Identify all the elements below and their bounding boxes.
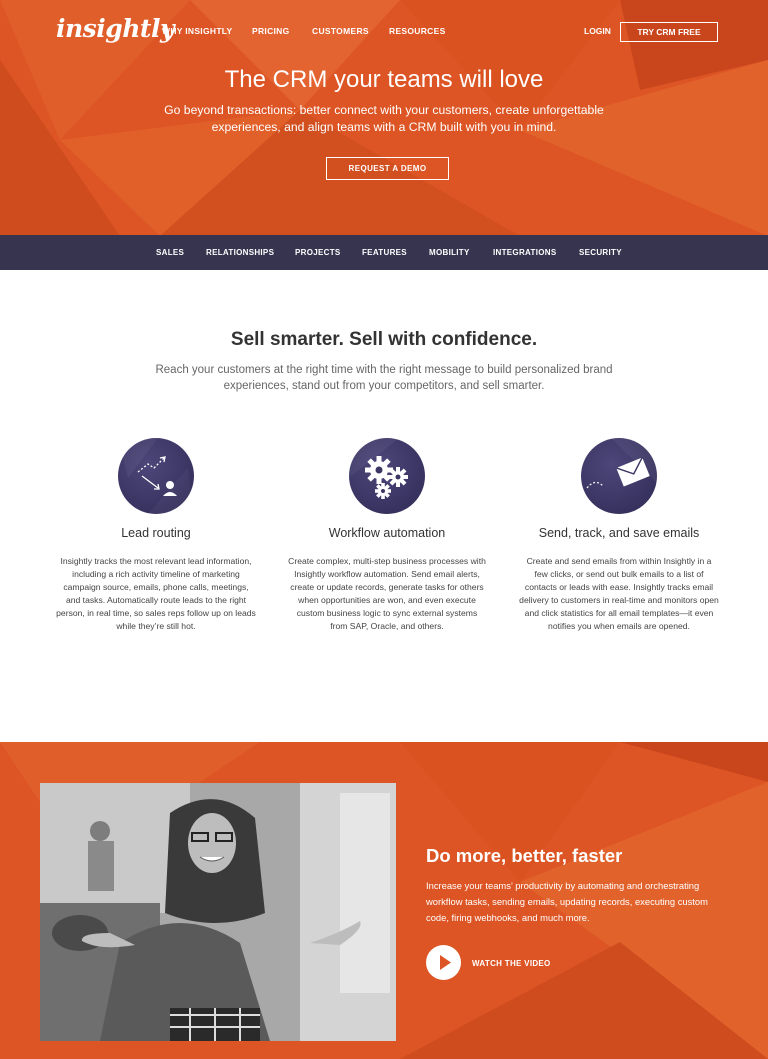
- play-video-button[interactable]: [426, 945, 461, 980]
- nav-pricing[interactable]: PRICING: [252, 26, 290, 36]
- subnav-mobility[interactable]: MOBILITY: [429, 248, 470, 257]
- nav-why-insightly[interactable]: WHY INSIGHTLY: [162, 26, 233, 36]
- envelope-icon: [581, 438, 657, 514]
- feature-lead-routing: Lead routing Insightly tracks the most r…: [51, 438, 261, 632]
- hero-title: The CRM your teams will love: [224, 66, 544, 93]
- hero-section: insightly WHY INSIGHTLY PRICING CUSTOMER…: [0, 0, 768, 236]
- feature-title: Send, track, and save emails: [538, 526, 700, 540]
- subnav-relationships[interactable]: RELATIONSHIPS: [206, 248, 274, 257]
- insightly-logo[interactable]: insightly: [56, 14, 174, 43]
- feature-title: Lead routing: [121, 526, 191, 540]
- subnav-features[interactable]: FEATURES: [362, 248, 407, 257]
- feature-description: Create and send emails from within Insig…: [519, 556, 719, 631]
- feature-description: Create complex, multi-step business proc…: [288, 556, 486, 631]
- feature-send-track-save-emails: Send, track, and save emails Create and …: [514, 438, 724, 632]
- subnav-integrations[interactable]: INTEGRATIONS: [493, 248, 556, 257]
- subnav-projects[interactable]: PROJECTS: [295, 248, 341, 257]
- lead-routing-icon: [118, 438, 194, 514]
- feature-description: Insightly tracks the most relevant lead …: [56, 556, 256, 631]
- play-icon: [440, 955, 451, 970]
- video-section-text: Increase your teams’ productivity by aut…: [426, 880, 708, 924]
- login-link[interactable]: LOGIN: [584, 26, 611, 36]
- nav-customers[interactable]: CUSTOMERS: [312, 26, 369, 36]
- video-section: Do more, better, faster Increase your te…: [0, 742, 768, 1059]
- sell-section-title: Sell smarter. Sell with confidence.: [230, 329, 538, 350]
- subnav-security[interactable]: SECURITY: [579, 248, 622, 257]
- feature-title: Workflow automation: [328, 526, 446, 540]
- try-crm-free-button[interactable]: TRY CRM FREE: [620, 22, 718, 42]
- sell-section-subtitle: Reach your customers at the right time w…: [155, 364, 613, 392]
- subnav-sales[interactable]: SALES: [156, 248, 184, 257]
- hero-subtitle: Go beyond transactions: better connect w…: [164, 103, 604, 134]
- product-subnav: SALES RELATIONSHIPS PROJECTS FEATURES MO…: [0, 235, 768, 270]
- feature-workflow-automation: Workflow automation Create complex, mult…: [282, 438, 492, 632]
- video-section-title: Do more, better, faster: [426, 845, 623, 866]
- video-thumbnail-photo[interactable]: [40, 783, 396, 1041]
- nav-resources[interactable]: RESOURCES: [389, 26, 446, 36]
- watch-video-link[interactable]: WATCH THE VIDEO: [472, 959, 551, 968]
- request-demo-button[interactable]: REQUEST A DEMO: [326, 157, 449, 180]
- gears-icon: [349, 438, 425, 514]
